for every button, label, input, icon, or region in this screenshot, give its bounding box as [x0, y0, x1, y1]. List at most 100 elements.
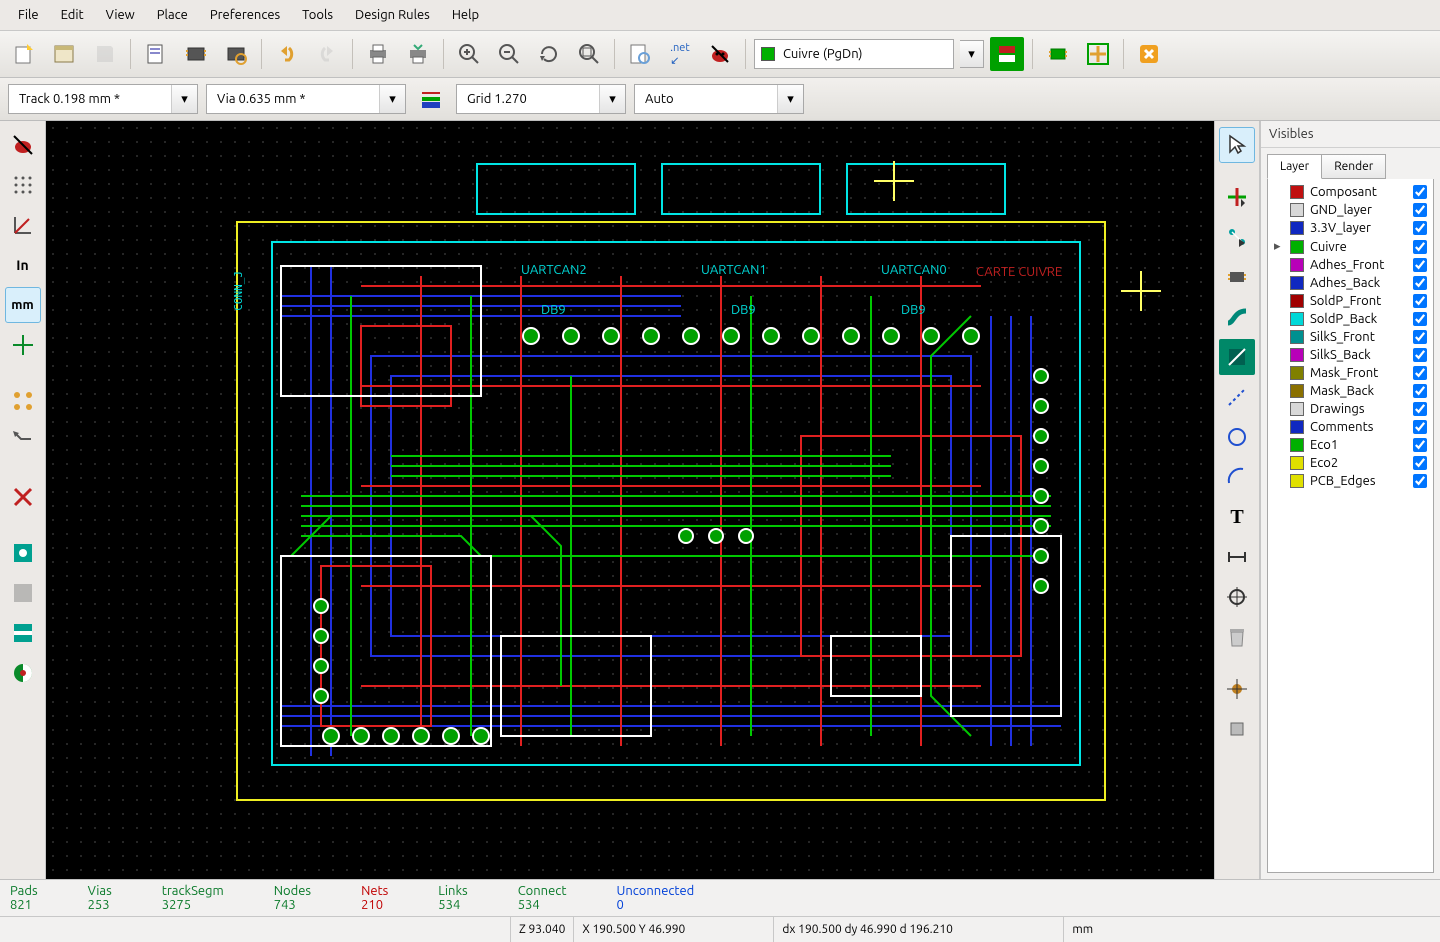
page-settings-button[interactable]	[139, 37, 173, 71]
undo-button[interactable]	[270, 37, 304, 71]
layer-color-swatch[interactable]	[1290, 384, 1304, 398]
layer-color-swatch[interactable]	[1290, 221, 1304, 235]
menu-place[interactable]: Place	[147, 4, 198, 26]
layer-color-swatch[interactable]	[1290, 185, 1304, 199]
menu-tools[interactable]: Tools	[292, 4, 343, 26]
layer-row-eco1[interactable]: Eco1	[1270, 436, 1431, 454]
layer-visible-checkbox[interactable]	[1413, 384, 1427, 398]
add-circle-button[interactable]	[1219, 419, 1255, 455]
polar-coord-button[interactable]	[5, 207, 41, 243]
track-width-combo[interactable]: Track 0.198 mm * ▾	[8, 84, 198, 114]
layer-color-swatch[interactable]	[1290, 258, 1304, 272]
layer-row-silks_back[interactable]: SilkS_Back	[1270, 346, 1431, 364]
tab-render[interactable]: Render	[1322, 154, 1386, 179]
zoom-in-button[interactable]	[452, 37, 486, 71]
layer-color-swatch[interactable]	[1290, 402, 1304, 416]
layer-row-adhes_front[interactable]: Adhes_Front	[1270, 256, 1431, 274]
via-fill-button[interactable]	[5, 575, 41, 611]
layer-row-composant[interactable]: Composant	[1270, 183, 1431, 201]
add-footprint-button[interactable]	[1219, 259, 1255, 295]
grid-origin-button[interactable]	[1219, 711, 1255, 747]
layer-row-comments[interactable]: Comments	[1270, 418, 1431, 436]
open-board-button[interactable]	[48, 37, 82, 71]
add-arc-button[interactable]	[1219, 459, 1255, 495]
layer-row-soldp_back[interactable]: SoldP_Back	[1270, 310, 1431, 328]
mode-track-button[interactable]	[1081, 37, 1115, 71]
grid-toggle-button[interactable]	[5, 167, 41, 203]
layer-selector[interactable]: Cuivre (PgDn)	[754, 39, 954, 69]
layer-visible-checkbox[interactable]	[1413, 276, 1427, 290]
ratsnest-toggle-button[interactable]	[5, 383, 41, 419]
layer-visible-checkbox[interactable]	[1413, 240, 1427, 254]
layer-row-pcb_edges[interactable]: PCB_Edges	[1270, 472, 1431, 490]
chevron-down-icon[interactable]: ▾	[171, 85, 197, 113]
layer-visible-checkbox[interactable]	[1413, 294, 1427, 308]
menu-file[interactable]: File	[8, 4, 49, 26]
menu-edit[interactable]: Edit	[51, 4, 94, 26]
zoom-out-button[interactable]	[492, 37, 526, 71]
drc-button[interactable]	[703, 37, 737, 71]
tab-layer[interactable]: Layer	[1267, 154, 1322, 179]
layer-visible-checkbox[interactable]	[1413, 420, 1427, 434]
layer-row-silks_front[interactable]: SilkS_Front	[1270, 328, 1431, 346]
contrast-mode-button[interactable]	[5, 655, 41, 691]
pcb-canvas[interactable]: UARTCAN2 UARTCAN1 UARTCAN0 DB9 DB9 DB9 C…	[46, 121, 1214, 879]
track-fill-button[interactable]	[5, 615, 41, 651]
layer-visible-checkbox[interactable]	[1413, 438, 1427, 452]
layer-visible-checkbox[interactable]	[1413, 348, 1427, 362]
add-line-button[interactable]	[1219, 379, 1255, 415]
netlist-read-button[interactable]: .net↙	[663, 37, 697, 71]
layer-row-adhes_back[interactable]: Adhes_Back	[1270, 274, 1431, 292]
menu-view[interactable]: View	[96, 4, 145, 26]
layer-color-swatch[interactable]	[1290, 456, 1304, 470]
layer-color-swatch[interactable]	[1290, 366, 1304, 380]
print-button[interactable]	[361, 37, 395, 71]
drc-off-button[interactable]	[5, 127, 41, 163]
layer-visible-checkbox[interactable]	[1413, 258, 1427, 272]
layer-row-gnd_layer[interactable]: GND_layer	[1270, 201, 1431, 219]
layer-row-cuivre[interactable]: ▸Cuivre	[1270, 237, 1431, 256]
web-reference-button[interactable]	[1132, 37, 1166, 71]
menu-design-rules[interactable]: Design Rules	[345, 4, 440, 26]
add-text-button[interactable]: T	[1219, 499, 1255, 535]
layer-color-swatch[interactable]	[1290, 348, 1304, 362]
layer-visible-checkbox[interactable]	[1413, 185, 1427, 199]
place-origin-button[interactable]	[1219, 671, 1255, 707]
show-zones-button[interactable]	[5, 479, 41, 515]
chevron-down-icon[interactable]: ▾	[379, 85, 405, 113]
layer-visible-checkbox[interactable]	[1413, 312, 1427, 326]
layer-color-swatch[interactable]	[1290, 240, 1304, 254]
module-viewer-button[interactable]	[219, 37, 253, 71]
auto-track-width-button[interactable]	[414, 84, 448, 114]
layer-color-swatch[interactable]	[1290, 276, 1304, 290]
layer-visible-checkbox[interactable]	[1413, 402, 1427, 416]
units-mm-button[interactable]: mm	[5, 287, 41, 323]
layer-visible-checkbox[interactable]	[1413, 474, 1427, 488]
route-track-button[interactable]	[1219, 299, 1255, 335]
layer-color-swatch[interactable]	[1290, 294, 1304, 308]
chevron-down-icon[interactable]: ▾	[599, 85, 625, 113]
add-zone-button[interactable]	[1219, 339, 1255, 375]
delete-button[interactable]	[1219, 619, 1255, 655]
chevron-down-icon[interactable]: ▾	[777, 85, 803, 113]
grid-combo[interactable]: Grid 1.270 ▾	[456, 84, 626, 114]
units-inch-button[interactable]: In	[5, 247, 41, 283]
layer-color-swatch[interactable]	[1290, 438, 1304, 452]
select-tool-button[interactable]	[1219, 127, 1255, 163]
layer-visible-checkbox[interactable]	[1413, 456, 1427, 470]
layer-color-swatch[interactable]	[1290, 420, 1304, 434]
layer-pair-button[interactable]	[990, 37, 1024, 71]
redo-button[interactable]	[310, 37, 344, 71]
menu-preferences[interactable]: Preferences	[200, 4, 290, 26]
add-dimension-button[interactable]	[1219, 539, 1255, 575]
layer-visible-checkbox[interactable]	[1413, 330, 1427, 344]
menu-help[interactable]: Help	[442, 4, 489, 26]
layer-visible-checkbox[interactable]	[1413, 221, 1427, 235]
zoom-redraw-button[interactable]	[532, 37, 566, 71]
layer-visible-checkbox[interactable]	[1413, 203, 1427, 217]
via-size-combo[interactable]: Via 0.635 mm * ▾	[206, 84, 406, 114]
new-board-button[interactable]	[8, 37, 42, 71]
layer-row-mask_back[interactable]: Mask_Back	[1270, 382, 1431, 400]
plot-button[interactable]	[401, 37, 435, 71]
layer-selector-dropdown[interactable]: ▾	[960, 40, 984, 68]
